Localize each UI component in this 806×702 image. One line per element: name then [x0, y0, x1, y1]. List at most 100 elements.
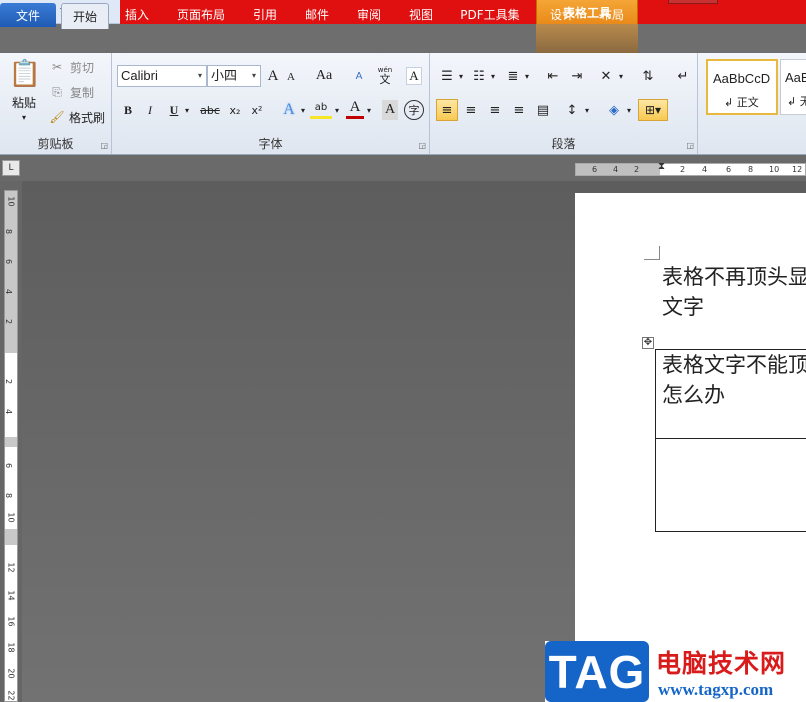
strikethrough-button[interactable]: abc	[198, 101, 222, 119]
ruler-label: 8	[4, 492, 14, 499]
tab-selector-button[interactable]: L	[2, 160, 20, 176]
phonetic-char: 文	[379, 73, 391, 86]
line-spacing-dropdown-icon[interactable]: ▾	[582, 99, 592, 121]
underline-dropdown-icon[interactable]: ▾	[182, 101, 192, 119]
text-effects-button[interactable]: A	[280, 100, 298, 120]
style-normal[interactable]: AaBbCcD ↲ 正文	[706, 59, 778, 115]
tab-file[interactable]: 文件	[0, 3, 56, 27]
character-border-button[interactable]: A	[406, 67, 422, 85]
shrink-font-button[interactable]: A	[284, 69, 298, 85]
style-no-spacing[interactable]: AaB ↲ 无	[780, 59, 806, 115]
paste-button-label[interactable]: 粘贴	[6, 93, 42, 111]
watermark-site-name: 电脑技术网	[656, 649, 787, 678]
window-control[interactable]	[668, 0, 718, 4]
tab-table-design[interactable]: 设计	[540, 0, 584, 29]
bullets-icon[interactable]: ☰	[438, 67, 456, 85]
paragraph-launcher-icon[interactable]: ◲	[686, 141, 694, 150]
justify-icon[interactable]: ≡	[508, 99, 530, 121]
tab-insert[interactable]: 插入	[115, 0, 159, 29]
clear-formatting-button[interactable]: A	[350, 67, 368, 85]
bullets-dropdown-icon[interactable]: ▾	[456, 67, 466, 85]
text-direction-dropdown-icon[interactable]: ▾	[616, 67, 626, 85]
chevron-down-icon[interactable]: ▾	[248, 66, 260, 86]
change-case-button[interactable]: Aa	[312, 67, 336, 85]
tab-page-layout[interactable]: 页面布局	[170, 0, 232, 29]
increase-indent-icon[interactable]: ⇥	[568, 67, 586, 85]
font-size-combo[interactable]: 小四 ▾	[207, 65, 261, 87]
format-painter-icon[interactable]: 🖌	[49, 109, 64, 125]
underline-button[interactable]: U	[166, 101, 182, 119]
ruler-label: 10	[6, 196, 16, 207]
table-move-handle-icon[interactable]: ✥	[642, 337, 654, 349]
chevron-down-icon[interactable]: ▾	[194, 66, 206, 86]
clipboard-launcher-icon[interactable]: ◲	[100, 141, 108, 150]
shading-icon[interactable]: ◈	[604, 99, 624, 121]
tab-home[interactable]: 开始	[61, 3, 109, 29]
paste-icon[interactable]: 📋	[8, 57, 42, 91]
document-table[interactable]: 表格文字不能顶 怎么办	[655, 349, 806, 532]
multilevel-list-icon[interactable]: ≣	[504, 67, 522, 85]
style-normal-label: 正文	[736, 96, 759, 109]
line-spacing-icon[interactable]: ↕	[562, 99, 582, 121]
ruler-label: 12	[6, 562, 16, 573]
italic-button[interactable]: I	[142, 101, 158, 119]
borders-icon[interactable]: ⊞▾	[638, 99, 668, 121]
vertical-ruler[interactable]: 10 8 6 4 2 2 4 6 8 10 12 14 16 18 20 22	[4, 190, 18, 702]
style-no-spacing-sample: AaB	[785, 70, 806, 85]
numbering-icon[interactable]: ☷	[470, 67, 488, 85]
phonetic-guide-button[interactable]: wén 文	[374, 65, 396, 85]
ruler-label: 4	[613, 165, 619, 174]
style-no-spacing-label: 无	[799, 95, 806, 108]
font-name-combo[interactable]: Calibri ▾	[117, 65, 207, 87]
tab-mailings[interactable]: 邮件	[295, 0, 339, 29]
numbering-dropdown-icon[interactable]: ▾	[488, 67, 498, 85]
text-effects-dropdown-icon[interactable]: ▾	[298, 101, 308, 119]
tab-view[interactable]: 视图	[399, 0, 443, 29]
enclose-characters-button[interactable]: 字	[404, 100, 424, 120]
ruler-label: 2	[4, 378, 14, 385]
grow-font-button[interactable]: A	[265, 67, 281, 85]
copy-icon[interactable]: ⎘	[50, 84, 64, 100]
bold-button[interactable]: B	[120, 101, 136, 119]
ruler-label: 10	[6, 512, 16, 523]
show-marks-icon[interactable]: ↵	[674, 67, 692, 85]
ruler-label: 4	[4, 288, 14, 295]
highlight-dropdown-icon[interactable]: ▾	[332, 101, 342, 119]
table-row[interactable]: 表格文字不能顶 怎么办	[656, 350, 806, 439]
align-center-icon[interactable]: ≡	[460, 99, 482, 121]
sort-icon[interactable]: ⇅	[638, 67, 658, 85]
multilevel-dropdown-icon[interactable]: ▾	[522, 67, 532, 85]
body-paragraph[interactable]: 表格不再顶头显 文字	[662, 262, 806, 322]
superscript-button[interactable]: x²	[248, 101, 266, 119]
tab-review[interactable]: 审阅	[347, 0, 391, 29]
font-color-button[interactable]: A	[346, 99, 364, 119]
ruler-label: 8	[748, 165, 754, 174]
font-color-dropdown-icon[interactable]: ▾	[364, 101, 374, 119]
shading-dropdown-icon[interactable]: ▾	[624, 99, 634, 121]
ruler-label: 14	[6, 590, 16, 601]
subscript-button[interactable]: x₂	[226, 101, 244, 119]
ruler-label: 2	[634, 165, 640, 174]
tab-table-layout[interactable]: 布局	[590, 0, 634, 29]
decrease-indent-icon[interactable]: ⇤	[544, 67, 562, 85]
font-launcher-icon[interactable]: ◲	[418, 141, 426, 150]
tab-references[interactable]: 引用	[243, 0, 287, 29]
paste-dropdown-icon[interactable]: ▾	[16, 111, 32, 123]
tab-pdf-tools[interactable]: PDF工具集	[453, 0, 527, 29]
copy-label[interactable]: 复制	[66, 84, 98, 100]
format-painter-label[interactable]: 格式刷	[66, 109, 108, 125]
table-cell[interactable]: 表格文字不能顶 怎么办	[662, 350, 806, 410]
align-left-icon[interactable]: ≡	[436, 99, 458, 121]
cut-label[interactable]: 剪切	[66, 59, 98, 75]
highlight-button[interactable]: ab	[310, 99, 332, 119]
watermark-url: www.tagxp.com	[658, 680, 774, 699]
text-direction-icon[interactable]: ✕	[596, 67, 616, 85]
horizontal-ruler[interactable]: 6 4 2 ⧗ 2 4 6 8 10 12	[575, 161, 806, 176]
style-normal-sample: AaBbCcD	[713, 71, 771, 86]
align-right-icon[interactable]: ≡	[484, 99, 506, 121]
indent-marker-icon[interactable]: ⧗	[658, 161, 665, 172]
character-shading-button[interactable]: A	[382, 100, 398, 120]
cut-icon[interactable]: ✂	[50, 59, 64, 75]
distributed-icon[interactable]: ▤	[532, 99, 554, 121]
ruler-label: 6	[4, 462, 14, 469]
